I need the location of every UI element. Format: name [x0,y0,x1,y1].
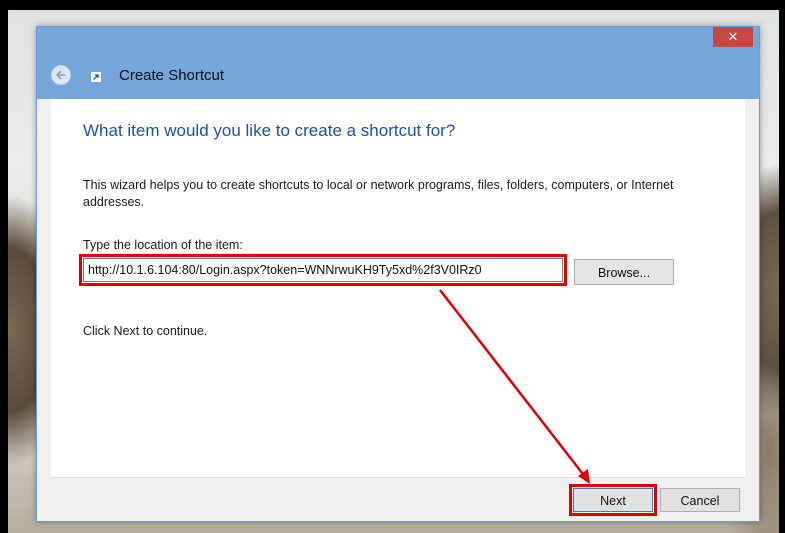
wizard-description: This wizard helps you to create shortcut… [83,178,674,209]
back-button[interactable] [51,65,71,85]
screen-border-left [0,0,8,533]
shortcut-icon [91,72,101,82]
create-shortcut-dialog: ✕ Create Shortcut What item would you li… [36,26,760,522]
continue-instruction: Click Next to continue. [83,324,208,338]
location-label: Type the location of the item: [83,238,243,252]
next-button[interactable]: Next [569,484,657,516]
location-input[interactable] [79,254,567,286]
title-bar: ✕ [37,27,759,55]
window-title: Create Shortcut [119,67,225,84]
wizard-header: Create Shortcut [37,55,759,99]
browse-button[interactable]: Browse... [574,259,674,285]
back-arrow-icon [56,70,66,80]
close-button[interactable]: ✕ [713,27,753,47]
close-icon: ✕ [727,29,739,44]
page-heading: What item would you like to create a sho… [83,121,456,140]
wizard-footer: Next Cancel [51,477,745,518]
screen-border-top [0,0,785,10]
cancel-button[interactable]: Cancel [660,488,740,512]
screen-border-right [779,0,785,533]
wizard-content: What item would you like to create a sho… [51,99,745,477]
